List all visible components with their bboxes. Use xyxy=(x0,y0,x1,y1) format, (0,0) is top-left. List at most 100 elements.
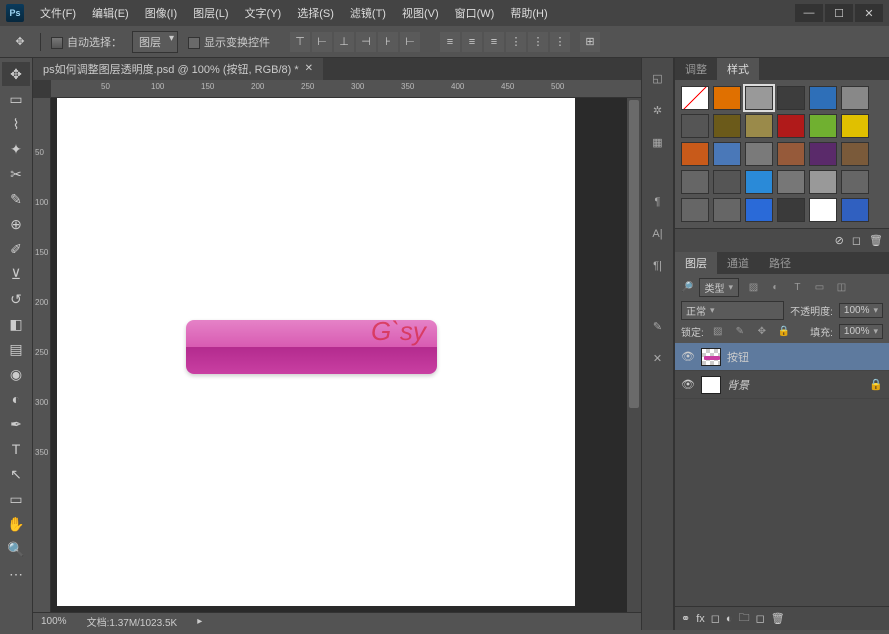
new-layer-icon[interactable]: ◻ xyxy=(756,612,765,625)
style-swatch[interactable] xyxy=(681,198,709,222)
clone-panel-icon[interactable]: ✕ xyxy=(642,346,673,370)
eyedropper-tool[interactable]: ✎ xyxy=(2,187,30,211)
history-panel-icon[interactable]: ◱ xyxy=(642,66,673,90)
distribute-left-icon[interactable]: ⋮ xyxy=(506,32,526,52)
show-transform-checkbox[interactable]: 显示变换控件 xyxy=(188,34,270,50)
style-swatch[interactable] xyxy=(745,142,773,166)
style-swatch[interactable] xyxy=(713,86,741,110)
style-swatch[interactable] xyxy=(777,142,805,166)
window-maximize-button[interactable]: ☐ xyxy=(825,4,853,22)
distribute-vcenter-icon[interactable]: ≡ xyxy=(462,32,482,52)
vertical-scrollbar[interactable] xyxy=(627,98,641,612)
style-swatch[interactable] xyxy=(841,142,869,166)
fill-value[interactable]: 100% xyxy=(839,324,883,339)
delete-style-icon[interactable]: 🗑 xyxy=(869,234,883,247)
layer-item[interactable]: 👁 背景 🔒 xyxy=(675,371,889,399)
window-close-button[interactable]: ✕ xyxy=(855,4,883,22)
distribute-hcenter-icon[interactable]: ⋮ xyxy=(528,32,548,52)
style-swatch[interactable] xyxy=(841,170,869,194)
menu-help[interactable]: 帮助(H) xyxy=(502,1,555,25)
align-hcenter-icon[interactable]: ⊦ xyxy=(378,32,398,52)
lasso-tool[interactable]: ⌇ xyxy=(2,112,30,136)
shape-tool[interactable]: ▭ xyxy=(2,487,30,511)
brush-tool[interactable]: ✐ xyxy=(2,237,30,261)
tab-styles[interactable]: 样式 xyxy=(717,58,759,80)
style-swatch[interactable] xyxy=(777,86,805,110)
filter-kind-dropdown[interactable]: 类型 xyxy=(699,278,739,297)
tab-layers[interactable]: 图层 xyxy=(675,252,717,274)
document-tab[interactable]: ps如何调整图层透明度.psd @ 100% (按钮, RGB/8) * ✕ xyxy=(33,58,323,81)
distribute-right-icon[interactable]: ⋮ xyxy=(550,32,570,52)
align-top-icon[interactable]: ⊤ xyxy=(290,32,310,52)
edit-toolbar-icon[interactable]: ⋯ xyxy=(2,562,30,586)
blend-mode-dropdown[interactable]: 正常 xyxy=(681,301,784,320)
align-left-icon[interactable]: ⊣ xyxy=(356,32,376,52)
style-swatch[interactable] xyxy=(745,86,773,110)
filter-type-icon[interactable]: T xyxy=(789,282,805,293)
magic-wand-tool[interactable]: ✦ xyxy=(2,137,30,161)
menu-window[interactable]: 窗口(W) xyxy=(447,1,503,25)
layer-thumbnail[interactable] xyxy=(701,376,721,394)
style-swatch[interactable] xyxy=(809,86,837,110)
new-style-icon[interactable]: ◻ xyxy=(852,234,861,247)
dodge-tool[interactable]: ◐ xyxy=(2,387,30,411)
blur-tool[interactable]: ◉ xyxy=(2,362,30,386)
style-swatch[interactable] xyxy=(809,142,837,166)
style-swatch[interactable] xyxy=(681,142,709,166)
menu-edit[interactable]: 编辑(E) xyxy=(84,1,137,25)
layer-name[interactable]: 按钮 xyxy=(727,349,749,365)
style-swatch[interactable] xyxy=(777,198,805,222)
style-swatch[interactable] xyxy=(809,170,837,194)
menu-file[interactable]: 文件(F) xyxy=(32,1,84,25)
filter-shape-icon[interactable]: ▭ xyxy=(811,282,827,293)
style-swatch[interactable] xyxy=(713,142,741,166)
layer-mask-icon[interactable]: ◻ xyxy=(711,612,720,625)
type-tool[interactable]: T xyxy=(2,437,30,461)
lock-all-icon[interactable]: 🔒 xyxy=(776,326,792,337)
color-panel-icon[interactable]: ✲ xyxy=(642,98,673,122)
tab-channels[interactable]: 通道 xyxy=(717,252,759,274)
history-brush-tool[interactable]: ↺ xyxy=(2,287,30,311)
style-swatch[interactable] xyxy=(745,198,773,222)
zoom-level[interactable]: 100% xyxy=(41,616,67,627)
distribute-top-icon[interactable]: ≡ xyxy=(440,32,460,52)
adjustment-layer-icon[interactable]: ◐ xyxy=(726,613,733,625)
style-swatch[interactable] xyxy=(681,170,709,194)
character-panel-icon[interactable]: ¶ xyxy=(642,190,673,214)
marquee-tool[interactable]: ▭ xyxy=(2,87,30,111)
style-swatch[interactable] xyxy=(809,198,837,222)
layer-name[interactable]: 背景 xyxy=(727,377,749,393)
pen-tool[interactable]: ✒ xyxy=(2,412,30,436)
style-swatch[interactable] xyxy=(681,114,709,138)
distribute-bottom-icon[interactable]: ≡ xyxy=(484,32,504,52)
menu-select[interactable]: 选择(S) xyxy=(289,1,342,25)
align-vcenter-icon[interactable]: ⊢ xyxy=(312,32,332,52)
zoom-tool[interactable]: 🔍 xyxy=(2,537,30,561)
delete-layer-icon[interactable]: 🗑 xyxy=(771,612,785,625)
style-swatch[interactable] xyxy=(681,86,709,110)
align-right-icon[interactable]: ⊢ xyxy=(400,32,420,52)
style-swatch[interactable] xyxy=(777,114,805,138)
layer-visibility-icon[interactable]: 👁 xyxy=(681,378,695,391)
menu-layer[interactable]: 图层(L) xyxy=(185,1,236,25)
style-swatch[interactable] xyxy=(841,198,869,222)
close-tab-icon[interactable]: ✕ xyxy=(305,63,313,74)
new-group-icon[interactable]: 🗀 xyxy=(739,609,750,628)
tab-adjustments[interactable]: 调整 xyxy=(675,58,717,80)
align-bottom-icon[interactable]: ⊥ xyxy=(334,32,354,52)
opacity-value[interactable]: 100% xyxy=(839,303,883,318)
status-chevron-icon[interactable]: ▸ xyxy=(197,616,202,627)
lock-transparency-icon[interactable]: ▨ xyxy=(710,326,726,337)
style-swatch[interactable] xyxy=(841,114,869,138)
filter-adjust-icon[interactable]: ◐ xyxy=(767,282,783,293)
move-tool[interactable]: ✥ xyxy=(2,62,30,86)
layer-item[interactable]: 👁 按钮 xyxy=(675,343,889,371)
path-select-tool[interactable]: ↖ xyxy=(2,462,30,486)
style-swatch[interactable] xyxy=(713,198,741,222)
lock-pixels-icon[interactable]: ✎ xyxy=(732,326,748,337)
stamp-tool[interactable]: ⊻ xyxy=(2,262,30,286)
style-swatch[interactable] xyxy=(745,114,773,138)
gradient-tool[interactable]: ▤ xyxy=(2,337,30,361)
style-swatch[interactable] xyxy=(841,86,869,110)
canvas[interactable]: G`sy xyxy=(51,98,627,612)
